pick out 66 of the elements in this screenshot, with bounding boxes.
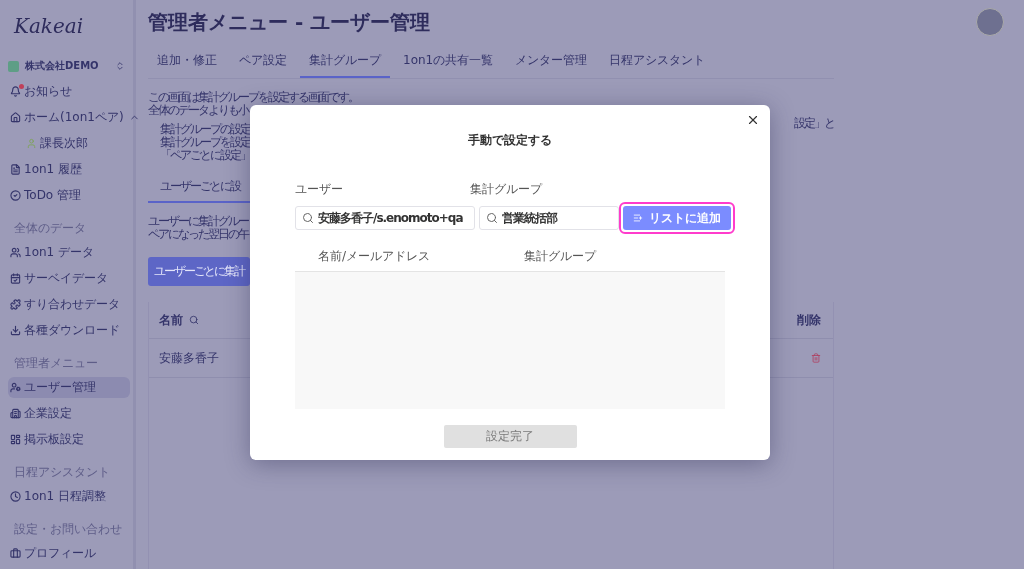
- search-icon: [302, 212, 314, 224]
- tab[interactable]: 追加・修正: [148, 44, 226, 78]
- note-text-fragment: 設定」と: [794, 117, 834, 130]
- sidebar-item[interactable]: 課長次郎: [8, 133, 130, 154]
- description-text-line: ユーザーに集計グルー: [148, 215, 248, 228]
- users-icon: [10, 247, 21, 258]
- download-icon: [10, 325, 21, 336]
- description-text-line: ペアになった翌日の午: [148, 228, 248, 241]
- dialog-title: 手動で設定する: [468, 132, 552, 149]
- tab[interactable]: ペア設定: [230, 44, 296, 78]
- user-search-field[interactable]: 安藤多香子/s.enomoto+qa: [295, 206, 475, 230]
- intro-text-line: この画面は集計グループを設定する画面です。: [148, 91, 358, 104]
- sidebar-item[interactable]: 1on1 履歴: [8, 159, 130, 180]
- dashboard-icon: [10, 434, 21, 445]
- company-switcher[interactable]: 株式会社DEMO: [8, 54, 133, 78]
- user-icon: [26, 138, 37, 149]
- sidebar-item[interactable]: 掲示板設定: [8, 429, 130, 450]
- tab[interactable]: メンター管理: [506, 44, 597, 78]
- sidebar-item[interactable]: ユーザー管理: [8, 377, 130, 398]
- sidebar-item[interactable]: お知らせ: [8, 81, 130, 102]
- puzzle-icon: [10, 299, 21, 310]
- sidebar-item[interactable]: プロフィール: [8, 543, 130, 564]
- sidebar-item[interactable]: 各種ダウンロード: [8, 320, 130, 341]
- tab[interactable]: 集計グループ: [300, 44, 390, 78]
- updown-icon: [115, 61, 125, 71]
- calendar-check-icon: [10, 273, 21, 284]
- search-icon[interactable]: [189, 315, 199, 325]
- sidebar-item[interactable]: 1on1 日程調整: [8, 486, 130, 507]
- note-text-line: 「ペアごとに設定」: [160, 149, 250, 162]
- group-search-field[interactable]: 営業統括部: [479, 206, 619, 230]
- page-title: 管理者メニュー - ユーザー管理: [148, 8, 431, 36]
- sidebar-item[interactable]: サーベイデータ: [8, 268, 130, 289]
- close-icon: [746, 113, 760, 127]
- sidebar-item[interactable]: 1on1 データ: [8, 242, 130, 263]
- avatar[interactable]: [976, 8, 1004, 36]
- table-cell: 安藤多香子: [159, 349, 219, 367]
- user-gear-icon: [10, 382, 21, 393]
- sidebar-item[interactable]: ホーム(1on1ペア): [8, 107, 130, 128]
- intro-text-line: 全体のデータよりも小: [148, 104, 248, 117]
- sidebar-item[interactable]: 企業設定: [8, 403, 130, 424]
- list-add-icon: [633, 213, 643, 223]
- sidebar-section-label: 管理者メニュー: [14, 355, 99, 372]
- search-icon: [486, 212, 498, 224]
- note-text-line: 集計グループの設定: [160, 123, 250, 136]
- document-icon: [10, 164, 21, 175]
- briefcase-icon: [10, 548, 21, 559]
- clock-icon: [10, 491, 21, 502]
- logo: Kakeai: [12, 14, 85, 40]
- column-header: 名前: [159, 311, 199, 329]
- add-to-list-button[interactable]: リストに追加: [623, 206, 731, 230]
- note-text-line: 集計グループを設定: [160, 136, 250, 149]
- column-header: 名前/メールアドレス: [318, 248, 432, 265]
- set-group-button[interactable]: ユーザーごとに集計: [148, 257, 250, 286]
- tab[interactable]: 日程アシスタント: [600, 44, 715, 78]
- building-icon: [10, 408, 21, 419]
- tab[interactable]: 1on1の共有一覧: [394, 44, 503, 78]
- check-circle-icon: [10, 190, 21, 201]
- sidebar-item[interactable]: ToDo 管理: [8, 185, 130, 206]
- field-label: ユーザー: [295, 181, 344, 198]
- column-header: 集計グループ: [524, 248, 598, 265]
- company-icon: [8, 60, 19, 72]
- home-icon: [10, 112, 21, 123]
- sidebar-item[interactable]: すり合わせデータ: [8, 294, 130, 315]
- column-header: 削除: [797, 311, 821, 329]
- trash-icon[interactable]: [811, 353, 821, 363]
- field-label: 集計グループ: [470, 181, 542, 198]
